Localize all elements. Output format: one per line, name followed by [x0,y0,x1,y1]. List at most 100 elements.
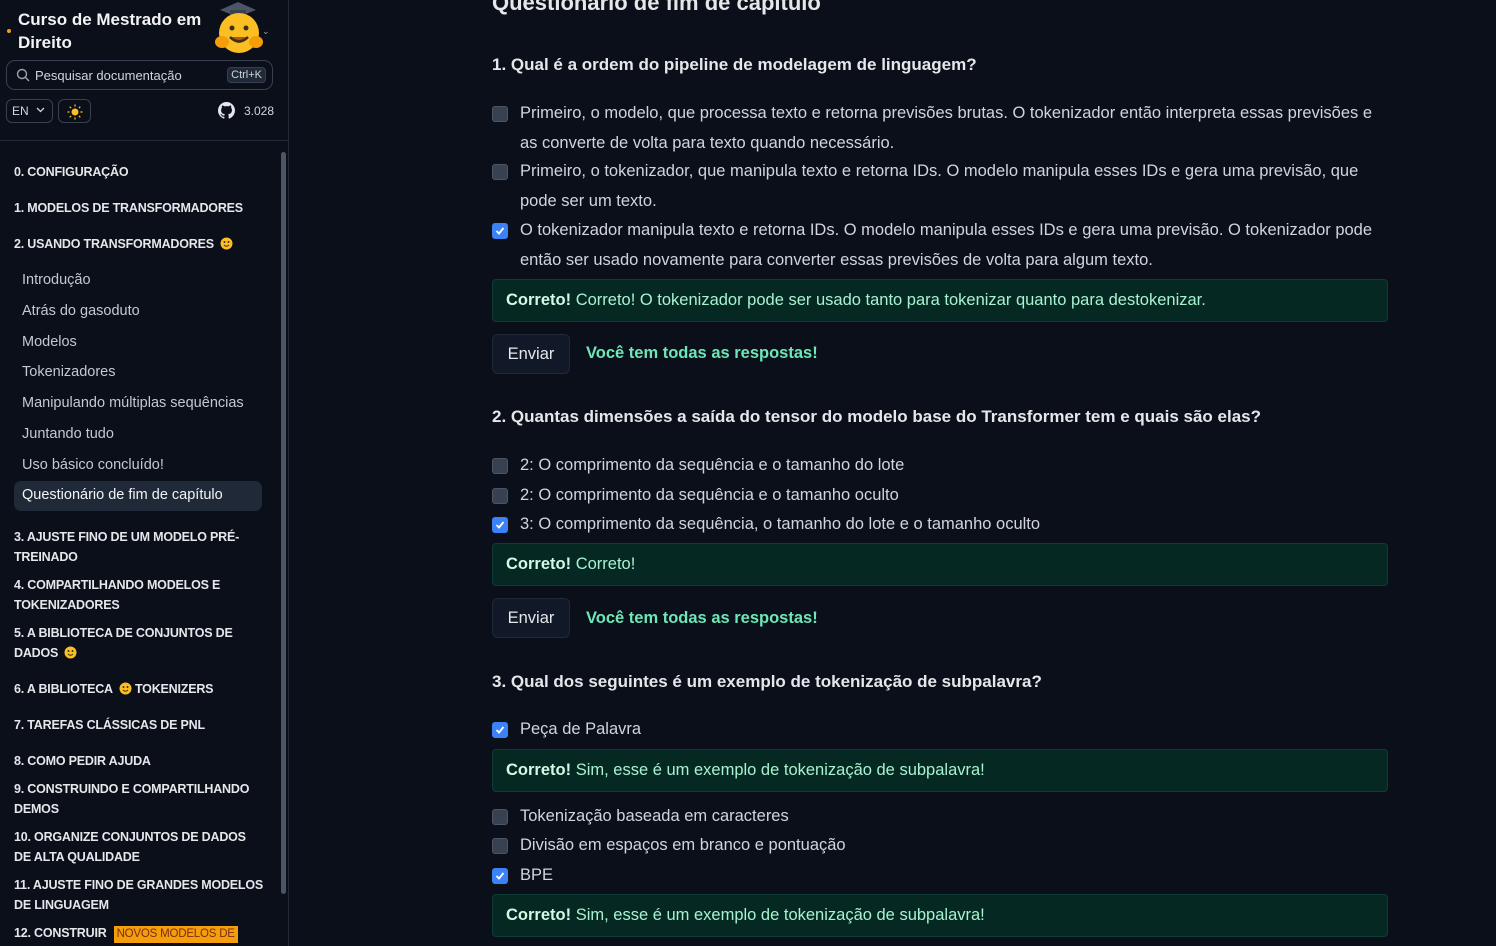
question-3-option-1[interactable]: Peça de Palavra [492,715,1392,745]
question-2-submit-button[interactable]: Enviar [492,598,570,638]
question-2-option-1[interactable]: 2: O comprimento da sequência e o tamanh… [492,451,1392,481]
hugging-face-emoji-icon [220,237,233,250]
chapter-7-link[interactable]: 7. TAREFAS CLÁSSICAS DE PNL [14,715,264,735]
page-title: Questionário de fim de capítulo [492,0,821,15]
search-icon [16,68,30,82]
question-1-option-1[interactable]: Primeiro, o modelo, que processa texto e… [492,99,1392,158]
check-icon [495,726,505,734]
subitem-introducao[interactable]: Introdução [22,272,91,288]
check-icon [495,227,505,235]
checkbox[interactable] [492,488,508,504]
chapter-10-link[interactable]: 10. ORGANIZE CONJUNTOS DE DADOS DE ALTA … [14,827,264,867]
checkbox[interactable] [492,458,508,474]
feedback-text: Sim, esse é um exemplo de tokenização de… [575,761,985,779]
subitem-manipulando-sequencias[interactable]: Manipulando múltiplas sequências [22,395,244,411]
option-label: 2: O comprimento da sequência e o tamanh… [520,486,899,504]
hugging-face-mascot-icon [215,2,263,53]
chapter-8-link[interactable]: 8. COMO PEDIR AJUDA [14,751,264,771]
question-3-title: 3. Qual dos seguintes é um exemplo de to… [492,672,1042,691]
chapter-12-link[interactable]: 12. CONSTRUIR NOVOS MODELOS DE [14,923,264,943]
option-label: Primeiro, o modelo, que processa texto e… [520,104,1373,152]
question-1-option-2[interactable]: Primeiro, o tokenizador, que manipula te… [492,157,1392,216]
subitem-questionario-label: Questionário de fim de capítulo [22,487,223,503]
option-label: Tokenização baseada em caracteres [520,807,789,825]
question-2-option-2[interactable]: 2: O comprimento da sequência e o tamanh… [492,481,1392,511]
checkbox-checked[interactable] [492,517,508,533]
new-badge: NOVOS MODELOS DE [113,926,238,943]
chapter-6-link[interactable]: 6. A BIBLIOTECA TOKENIZERS [14,679,264,699]
chapter-6-label-b: TOKENIZERS [134,682,214,696]
github-icon[interactable] [218,102,235,119]
search-shortcut-badge: Ctrl+K [227,67,266,83]
correct-label: Correto! [506,291,572,309]
chapter-9-link[interactable]: 9. CONSTRUINDO E COMPARTILHANDO DEMOS [14,779,264,819]
chapter-4-link[interactable]: 4. COMPARTILHANDO MODELOS E TOKENIZADORE… [14,575,264,615]
chapter-11-link[interactable]: 11. AJUSTE FINO DE GRANDES MODELOS DE LI… [14,875,264,915]
question-2-title: 2. Quantas dimensões a saída do tensor d… [492,407,1262,426]
correct-label: Correto! [506,761,572,779]
chevron-down-icon[interactable]: ⌄ [262,26,270,37]
chapter-5-label: 5. A BIBLIOTECA DE CONJUNTOS DE DADOS [14,626,233,660]
search-input[interactable] [35,62,225,88]
question-3-feedback-2: Correto! Sim, esse é um exemplo de token… [492,894,1388,937]
option-label: Divisão em espaços em branco e pontuação [520,836,846,854]
checkbox[interactable] [492,106,508,122]
chapter-12-label: 12. CONSTRUIR [14,926,107,940]
question-1-title: 1. Qual é a ordem do pipeline de modelag… [492,55,977,74]
checkbox[interactable] [492,838,508,854]
question-3-option-2[interactable]: Tokenização baseada em caracteres [492,802,1392,832]
chapter-6-label-a: 6. A BIBLIOTECA [14,682,113,696]
question-1-submit-button[interactable]: Enviar [492,334,570,374]
chapter-2-label: 2. USANDO TRANSFORMADORES [14,237,214,251]
checkbox[interactable] [492,164,508,180]
option-label: Primeiro, o tokenizador, que manipula te… [520,162,1359,210]
option-label: O tokenizador manipula texto e retorna I… [520,221,1373,269]
subitem-uso-basico-concluido[interactable]: Uso básico concluído! [22,457,164,473]
question-2-all-answers: Você tem todas as respostas! [586,609,818,627]
chapter-3-link[interactable]: 3. AJUSTE FINO DE UM MODELO PRÉ-TREINADO [14,527,264,567]
subitem-atras-do-gasoduto[interactable]: Atrás do gasoduto [22,303,140,319]
question-3-option-3[interactable]: Divisão em espaços em branco e pontuação [492,831,1392,861]
question-1-all-answers: Você tem todas as respostas! [586,344,818,362]
status-dot [7,29,11,33]
feedback-text: Sim, esse é um exemplo de tokenização de… [575,906,985,924]
subitem-tokenizadores[interactable]: Tokenizadores [22,364,116,380]
hugging-face-emoji-icon [64,646,77,659]
language-label: EN [12,104,29,118]
sidebar: Curso de Mestrado em Direito ⌄ Ctrl+K EN [0,0,289,946]
correct-label: Correto! [506,555,572,573]
sidebar-scrollbar[interactable] [281,152,286,894]
course-title[interactable]: Curso de Mestrado em Direito [18,8,218,54]
question-1-feedback: Correto! Correto! O tokenizador pode ser… [492,279,1388,322]
checkbox-checked[interactable] [492,722,508,738]
check-icon [495,521,505,529]
feedback-text: Correto! O tokenizador pode ser usado ta… [575,291,1206,309]
option-label: 2: O comprimento da sequência e o tamanh… [520,456,905,474]
sun-icon [67,104,83,120]
option-label: 3: O comprimento da sequência, o tamanho… [520,515,1041,533]
question-1-option-3[interactable]: O tokenizador manipula texto e retorna I… [492,216,1392,275]
subitem-modelos[interactable]: Modelos [22,334,77,350]
check-icon [495,872,505,880]
chapter-2-link[interactable]: 2. USANDO TRANSFORMADORES [14,234,264,254]
chapter-1-link[interactable]: 1. MODELOS DE TRANSFORMADORES [14,198,264,218]
chevron-down-icon [36,107,45,113]
checkbox-checked[interactable] [492,223,508,239]
subitem-juntando-tudo[interactable]: Juntando tudo [22,426,114,442]
question-2-feedback: Correto! Correto! [492,543,1388,586]
checkbox[interactable] [492,809,508,825]
correct-label: Correto! [506,906,572,924]
subitem-questionario-active[interactable]: Questionário de fim de capítulo [14,481,262,511]
sidebar-header: Curso de Mestrado em Direito ⌄ Ctrl+K EN [0,0,288,141]
checkbox-checked[interactable] [492,868,508,884]
chapter-5-link[interactable]: 5. A BIBLIOTECA DE CONJUNTOS DE DADOS [14,623,264,663]
search-box[interactable]: Ctrl+K [6,60,273,90]
chapter-0-link[interactable]: 0. CONFIGURAÇÃO [14,162,264,182]
github-star-count: 3.028 [244,104,275,118]
question-3-feedback-1: Correto! Sim, esse é um exemplo de token… [492,749,1388,792]
question-3-option-4[interactable]: BPE [492,861,1392,891]
theme-toggle-button[interactable] [58,99,91,123]
language-select[interactable]: EN [6,99,53,123]
hugging-face-emoji-icon [119,682,132,695]
question-2-option-3[interactable]: 3: O comprimento da sequência, o tamanho… [492,510,1392,540]
